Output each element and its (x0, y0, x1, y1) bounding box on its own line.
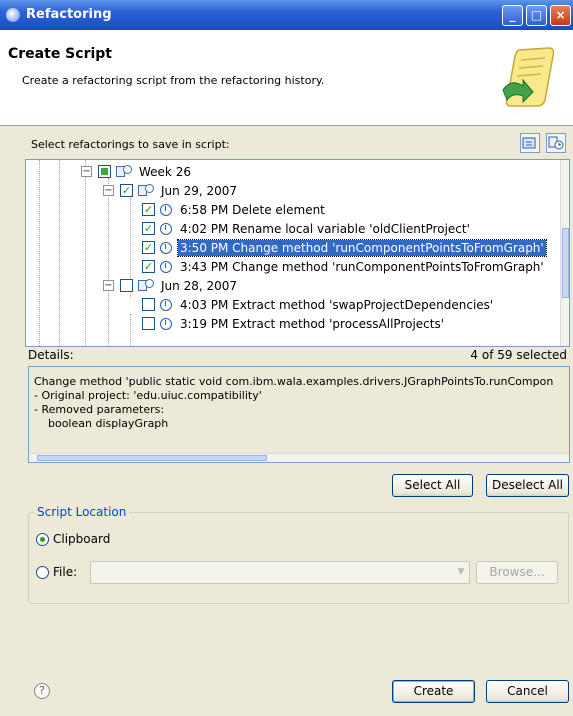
clock-icon (160, 241, 172, 254)
tree-item-label: 6:58 PM Delete element (180, 202, 325, 217)
sort-icon[interactable] (546, 133, 566, 153)
tree-checkbox[interactable] (142, 298, 155, 311)
tree-item-refactoring[interactable]: 3:19 PM Extract method 'processAllProjec… (142, 314, 446, 333)
browse-button[interactable]: Browse... (476, 561, 558, 584)
page-description: Create a refactoring script from the ref… (22, 74, 325, 87)
script-location-title: Script Location (34, 505, 130, 519)
details-line: boolean displayGraph (34, 417, 169, 430)
tree-item-date[interactable]: − ✓ Jun 29, 2007 (103, 181, 239, 200)
details-label: Details: (28, 348, 74, 362)
tree-item-label: 3:50 PM Change method 'runComponentPoint… (177, 238, 547, 257)
clock-icon (160, 260, 172, 273)
tree-item-label: 3:19 PM Extract method 'processAllProjec… (180, 316, 445, 331)
collapse-toggle[interactable]: − (103, 280, 114, 291)
clock-icon (160, 317, 172, 330)
folder-icon (138, 184, 154, 197)
details-horizontal-scrollbar[interactable] (29, 453, 569, 462)
selected-count: 4 of 59 selected (470, 348, 567, 362)
deselect-all-button[interactable]: Deselect All (486, 474, 569, 497)
tree-guide-line (108, 178, 109, 346)
folder-icon (116, 165, 132, 178)
tree-checkbox[interactable] (98, 165, 111, 178)
tree-toolbar (517, 133, 566, 153)
script-location-group (28, 512, 569, 604)
details-line: - Original project: 'edu.uiuc.compatibil… (34, 389, 262, 402)
tree-checkbox[interactable]: ✓ (142, 222, 155, 235)
tree-item-refactoring[interactable]: 4:03 PM Extract method 'swapProjectDepen… (142, 295, 495, 314)
tree-guide-line (39, 160, 40, 346)
maximize-icon[interactable]: □ (526, 5, 547, 26)
tree-item-label: Jun 29, 2007 (161, 183, 238, 198)
tree-item-refactoring[interactable]: ✓ 4:02 PM Rename local variable 'oldClie… (142, 219, 472, 238)
file-radio[interactable] (36, 566, 49, 579)
minimize-icon[interactable]: _ (502, 5, 523, 26)
refactoring-app-icon (6, 8, 20, 22)
tree-item-date[interactable]: − Jun 28, 2007 (103, 276, 239, 295)
tree-item-refactoring[interactable]: ✓ 6:58 PM Delete element (142, 200, 327, 219)
title-bar[interactable]: Refactoring _ □ × (0, 0, 573, 30)
clock-icon (160, 203, 172, 216)
tree-item-refactoring[interactable]: ✓ 3:43 PM Change method 'runComponentPoi… (142, 257, 546, 276)
scrollbar-thumb[interactable] (37, 455, 267, 461)
script-banner-icon (502, 47, 555, 107)
clipboard-radio[interactable] (36, 533, 49, 546)
tree-label: Select refactorings to save in script: (31, 138, 230, 151)
tree-checkbox[interactable]: ✓ (142, 260, 155, 273)
create-button[interactable]: Create (392, 680, 475, 703)
tree-item-label: 4:03 PM Extract method 'swapProjectDepen… (180, 297, 494, 312)
refactoring-tree-panel: Select refactorings to save in script: −… (25, 130, 570, 347)
page-title: Create Script (8, 46, 112, 62)
close-icon[interactable]: × (550, 5, 571, 26)
folder-icon (138, 279, 154, 292)
clipboard-label[interactable]: Clipboard (53, 532, 110, 546)
clock-icon (160, 298, 172, 311)
tree-guide-line (59, 160, 60, 346)
details-text-area[interactable]: Change method 'public static void com.ib… (28, 366, 570, 463)
tree-checkbox[interactable] (142, 317, 155, 330)
details-line: Change method 'public static void com.ib… (34, 375, 554, 388)
refactoring-tree[interactable]: − Week 26 − ✓ Jun 29, 2007 ✓ 6:58 PM Del… (25, 159, 570, 347)
chevron-down-icon[interactable]: ▼ (455, 565, 467, 580)
tree-checkbox[interactable]: ✓ (120, 184, 133, 197)
wizard-header: Create Script Create a refactoring scrip… (0, 30, 573, 126)
clock-icon (160, 222, 172, 235)
tree-item-refactoring-selected[interactable]: ✓ 3:50 PM Change method 'runComponentPoi… (142, 238, 547, 257)
collapse-toggle[interactable]: − (103, 185, 114, 196)
help-icon[interactable]: ? (34, 683, 50, 699)
tree-vertical-scrollbar[interactable] (560, 160, 569, 346)
tree-item-label: Jun 28, 2007 (161, 278, 238, 293)
tree-checkbox[interactable]: ✓ (142, 203, 155, 216)
tree-item-label: 4:02 PM Rename local variable 'oldClient… (180, 221, 470, 236)
details-line: - Removed parameters: (34, 403, 165, 416)
tree-checkbox[interactable]: ✓ (142, 241, 155, 254)
tree-item-label: Week 26 (139, 164, 191, 179)
scrollbar-thumb[interactable] (562, 228, 569, 298)
file-label[interactable]: File: (53, 565, 77, 579)
tree-item-week[interactable]: − Week 26 (81, 162, 193, 181)
tree-guide-line (130, 314, 131, 346)
window-title: Refactoring (26, 7, 112, 22)
collapse-toggle[interactable]: − (81, 166, 92, 177)
select-all-button[interactable]: Select All (392, 474, 473, 497)
refactoring-dialog: Refactoring _ □ × Create Script Create a… (0, 0, 573, 716)
tree-guide-line (85, 160, 86, 346)
cancel-button[interactable]: Cancel (486, 680, 569, 703)
tree-checkbox[interactable] (120, 279, 133, 292)
import-icon[interactable] (519, 133, 540, 153)
tree-item-label: 3:43 PM Change method 'runComponentPoint… (180, 259, 544, 274)
file-path-combo[interactable]: ▼ (90, 561, 470, 584)
